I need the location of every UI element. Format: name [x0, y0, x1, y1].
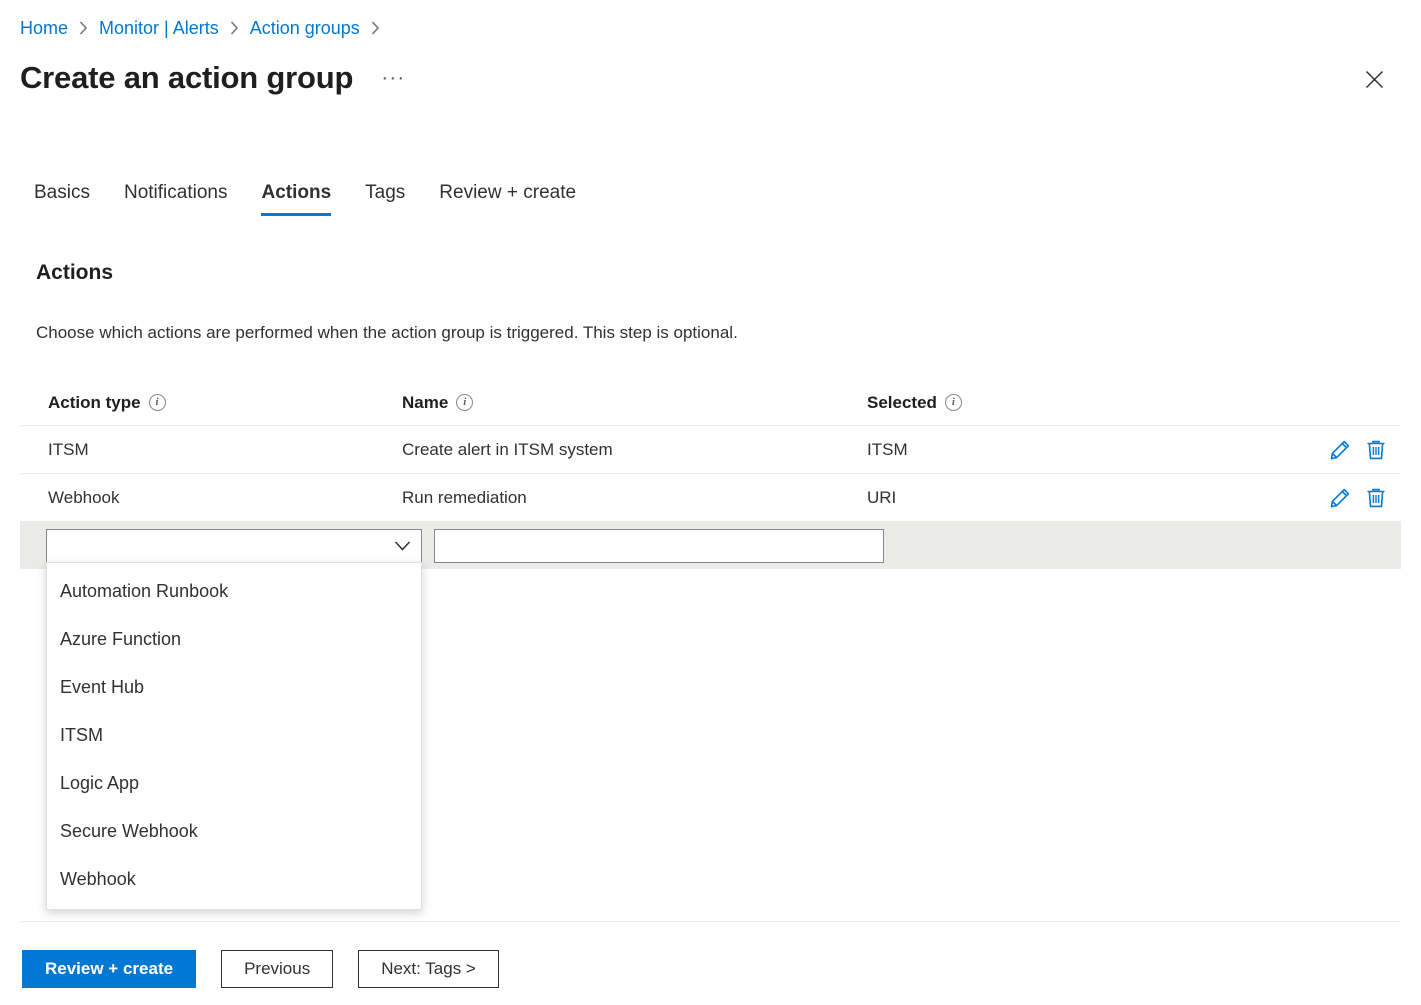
dropdown-option-automation-runbook[interactable]: Automation Runbook: [47, 567, 421, 615]
dropdown-option-azure-function[interactable]: Azure Function: [47, 615, 421, 663]
column-header-name: Name i: [402, 393, 867, 413]
table-row[interactable]: ITSM Create alert in ITSM system ITSM: [20, 425, 1401, 473]
tab-notifications[interactable]: Notifications: [124, 178, 228, 216]
cell-action-type: Webhook: [20, 488, 402, 508]
breadcrumb-item-monitor-alerts[interactable]: Monitor | Alerts: [99, 14, 219, 42]
tab-actions[interactable]: Actions: [261, 178, 331, 216]
title-row: Create an action group ···: [20, 55, 1401, 101]
edit-icon[interactable]: [1327, 485, 1353, 511]
column-label: Name: [402, 393, 448, 413]
delete-icon[interactable]: [1363, 485, 1389, 511]
dropdown-option-secure-webhook[interactable]: Secure Webhook: [47, 807, 421, 855]
dropdown-option-webhook[interactable]: Webhook: [47, 855, 421, 903]
tab-label: Tags: [365, 182, 405, 203]
section-description: Choose which actions are performed when …: [36, 323, 738, 343]
dropdown-option-event-hub[interactable]: Event Hub: [47, 663, 421, 711]
dropdown-option-itsm[interactable]: ITSM: [47, 711, 421, 759]
close-icon[interactable]: [1357, 62, 1391, 96]
action-type-select[interactable]: [46, 529, 422, 563]
row-actions: [1327, 485, 1401, 511]
tab-label: Actions: [261, 182, 331, 203]
row-actions: [1327, 437, 1401, 463]
chevron-right-icon: [230, 21, 239, 35]
page-title: Create an action group: [20, 60, 353, 96]
tab-tags[interactable]: Tags: [365, 178, 405, 216]
wizard-tabs: Basics Notifications Actions Tags Review…: [34, 178, 576, 216]
tab-label: Basics: [34, 182, 90, 203]
cell-name: Run remediation: [402, 488, 867, 508]
review-create-button[interactable]: Review + create: [22, 950, 196, 988]
table-row[interactable]: Webhook Run remediation URI: [20, 473, 1401, 521]
actions-table: Action type i Name i Selected i ITSM Cre…: [20, 380, 1401, 569]
section-heading: Actions: [36, 261, 113, 285]
column-label: Selected: [867, 393, 937, 413]
tab-basics[interactable]: Basics: [34, 178, 90, 216]
column-label: Action type: [48, 393, 141, 413]
column-header-selected: Selected i: [867, 393, 1401, 413]
info-icon[interactable]: i: [149, 394, 166, 411]
cell-action-type: ITSM: [20, 440, 402, 460]
dropdown-option-logic-app[interactable]: Logic App: [47, 759, 421, 807]
info-icon[interactable]: i: [945, 394, 962, 411]
cell-name: Create alert in ITSM system: [402, 440, 867, 460]
chevron-right-icon: [371, 21, 380, 35]
breadcrumb: Home Monitor | Alerts Action groups: [20, 14, 391, 42]
chevron-right-icon: [79, 21, 88, 35]
next-tags-button[interactable]: Next: Tags >: [358, 950, 499, 988]
footer-divider: [20, 921, 1401, 922]
previous-button[interactable]: Previous: [221, 950, 333, 988]
breadcrumb-item-home[interactable]: Home: [20, 14, 68, 42]
info-icon[interactable]: i: [456, 394, 473, 411]
tab-label: Notifications: [124, 182, 228, 203]
action-name-input[interactable]: [434, 529, 884, 563]
column-header-action-type: Action type i: [20, 393, 402, 413]
more-options-icon[interactable]: ···: [375, 69, 411, 87]
action-type-dropdown-list: Automation Runbook Azure Function Event …: [46, 562, 422, 910]
tab-review-create[interactable]: Review + create: [439, 178, 576, 216]
cell-selected: ITSM: [867, 440, 1327, 460]
create-action-group-blade: Home Monitor | Alerts Action groups Crea…: [0, 0, 1421, 1005]
delete-icon[interactable]: [1363, 437, 1389, 463]
edit-icon[interactable]: [1327, 437, 1353, 463]
chevron-down-icon: [394, 540, 411, 551]
cell-selected: URI: [867, 488, 1327, 508]
footer-actions: Review + create Previous Next: Tags >: [22, 950, 499, 988]
tab-label: Review + create: [439, 182, 576, 203]
breadcrumb-item-action-groups[interactable]: Action groups: [250, 14, 360, 42]
table-header-row: Action type i Name i Selected i: [20, 380, 1401, 425]
